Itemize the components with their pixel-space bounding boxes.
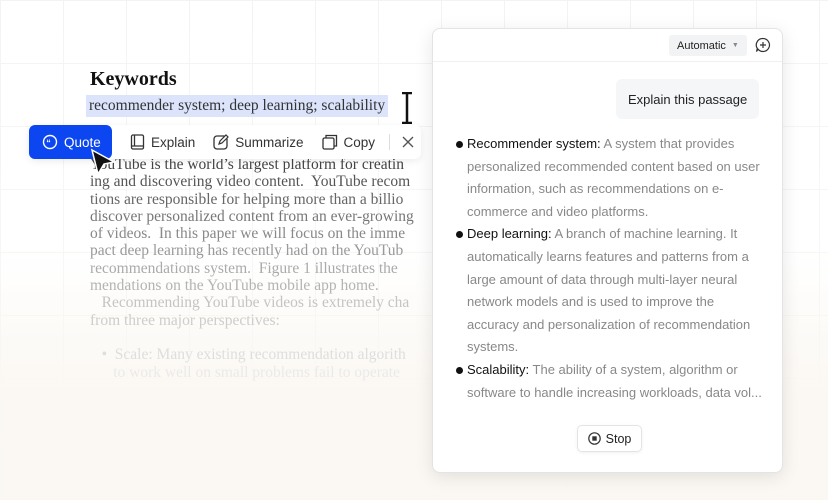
term: Recommender system:	[467, 136, 601, 151]
mode-dropdown[interactable]: Automatic ▼	[669, 35, 747, 56]
document-line: mendations on the YouTube mobile app hom…	[90, 277, 379, 295]
document-line: tions are responsible for helping more t…	[90, 190, 404, 208]
assistant-response: Recommender system: A system that provid…	[455, 133, 765, 404]
list-item: Deep learning: A branch of machine learn…	[455, 223, 765, 359]
document-line: • Scale: Many existing recommendation al…	[90, 346, 406, 364]
text-cursor-icon	[402, 92, 412, 124]
toolbar-divider	[389, 134, 391, 150]
stop-button[interactable]: Stop	[577, 425, 642, 452]
quote-icon: “	[42, 134, 58, 150]
keywords-heading: Keywords	[90, 68, 177, 90]
document-line: discover personalized content from an ev…	[90, 207, 414, 225]
document-line: ing and discovering video content. YouTu…	[90, 173, 411, 191]
document-page: Keywords recommender system; deep learni…	[0, 0, 430, 500]
copy-label: Copy	[343, 134, 376, 150]
summarize-label: Summarize	[235, 134, 304, 150]
panel-header: Automatic ▼	[433, 29, 782, 62]
document-line: from three major perspectives:	[90, 311, 280, 329]
document-line: to work well on small problems fail to o…	[90, 363, 400, 381]
svg-text:“: “	[46, 138, 51, 148]
stop-label: Stop	[605, 431, 632, 446]
list-item: Recommender system: A system that provid…	[455, 133, 765, 223]
selected-text[interactable]: recommender system; deep learning; scala…	[86, 95, 389, 117]
copy-button[interactable]: Copy	[321, 134, 376, 150]
close-icon[interactable]	[402, 136, 414, 148]
caret-down-icon: ▼	[731, 42, 739, 49]
document-body: YouTube is the world’s largest platform …	[90, 156, 420, 381]
user-message: Explain this passage	[616, 79, 760, 119]
mode-label: Automatic	[677, 39, 726, 52]
list-item: Scalability: The ability of a system, al…	[455, 359, 765, 404]
document-line: Recommending YouTube videos is extremely…	[90, 294, 410, 312]
selection-toolbar: “ Quote Explain Summarize Copy	[29, 125, 421, 159]
document-line: of videos. In this paper we will focus o…	[90, 225, 406, 243]
mouse-pointer-icon	[90, 148, 116, 176]
stop-icon	[587, 432, 601, 445]
term: Scalability:	[467, 361, 530, 377]
edit-icon	[213, 134, 230, 150]
document-line: recommendations system. Figure 1 illustr…	[90, 259, 398, 277]
definition: A branch of machine learning. It automat…	[467, 226, 751, 355]
term: Deep learning:	[467, 226, 552, 242]
summarize-button[interactable]: Summarize	[213, 134, 304, 150]
ai-chat-panel: Automatic ▼ Explain this passage Recomme…	[432, 28, 783, 473]
book-icon	[130, 134, 145, 150]
new-chat-icon[interactable]	[755, 37, 771, 53]
copy-icon	[321, 134, 337, 150]
document-line: pact deep learning has recently had on t…	[90, 242, 404, 260]
explain-button[interactable]: Explain	[130, 134, 195, 150]
explain-label: Explain	[151, 134, 196, 150]
